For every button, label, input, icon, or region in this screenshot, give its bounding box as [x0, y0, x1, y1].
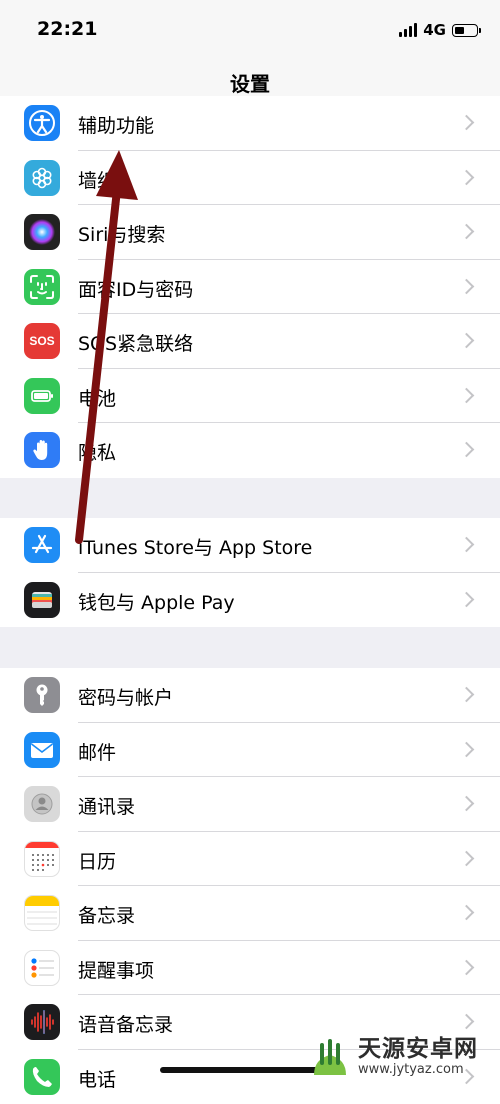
- android-logo-icon: [308, 1035, 352, 1079]
- row-label: 语音备忘录: [78, 1010, 173, 1037]
- battery-icon: [24, 378, 60, 414]
- row-label: SOS紧急联络: [78, 329, 193, 356]
- status-bar: 22:21 4G: [0, 0, 500, 60]
- row-label: 邮件: [78, 738, 116, 765]
- key-icon: [24, 677, 60, 713]
- row-label: 电池: [78, 384, 116, 411]
- settings-row-contacts[interactable]: 通讯录: [0, 777, 500, 832]
- row-label: 备忘录: [78, 901, 135, 928]
- row-label: 电话: [78, 1065, 116, 1092]
- page-title: 设置: [0, 68, 500, 97]
- chevron-right-icon: [459, 115, 475, 131]
- settings-row-reminders[interactable]: 提醒事项: [0, 941, 500, 996]
- settings-group-general: 辅助功能 墙纸 Siri与搜索 面容ID与密码 SOS SOS紧急联络: [0, 96, 500, 478]
- row-label: Siri与搜索: [78, 220, 165, 247]
- settings-row-wallpaper[interactable]: 墙纸: [0, 151, 500, 206]
- row-label: 面容ID与密码: [78, 275, 193, 302]
- accessibility-icon: [24, 105, 60, 141]
- wallet-icon: [24, 582, 60, 618]
- mail-icon: [24, 732, 60, 768]
- notes-icon: [24, 895, 60, 931]
- wallpaper-icon: [24, 160, 60, 196]
- status-indicators: 4G: [399, 20, 478, 40]
- row-label: iTunes Store与 App Store: [78, 533, 312, 560]
- chevron-right-icon: [459, 687, 475, 703]
- row-label: 隐私: [78, 438, 116, 465]
- chevron-right-icon: [459, 387, 475, 403]
- app-store-icon: [24, 527, 60, 563]
- contacts-icon: [24, 786, 60, 822]
- siri-icon: [24, 214, 60, 250]
- settings-row-mail[interactable]: 邮件: [0, 723, 500, 778]
- row-label: 钱包与 Apple Pay: [78, 588, 235, 615]
- settings-row-privacy[interactable]: 隐私: [0, 423, 500, 478]
- row-label: 墙纸: [78, 166, 116, 193]
- watermark-url: www.jytyaz.com: [358, 1062, 478, 1077]
- chevron-right-icon: [459, 1014, 475, 1030]
- battery-status-icon: [452, 24, 478, 37]
- chevron-right-icon: [459, 537, 475, 553]
- settings-row-face-id[interactable]: 面容ID与密码: [0, 260, 500, 315]
- settings-group-store: iTunes Store与 App Store 钱包与 Apple Pay: [0, 518, 500, 627]
- status-time: 22:21: [37, 18, 97, 40]
- row-label: 日历: [78, 847, 116, 874]
- settings-row-wallet[interactable]: 钱包与 Apple Pay: [0, 573, 500, 628]
- chevron-right-icon: [459, 278, 475, 294]
- watermark-title: 天源安卓网: [358, 1036, 478, 1062]
- calendar-icon: [24, 841, 60, 877]
- row-label: 密码与帐户: [78, 683, 173, 710]
- chevron-right-icon: [459, 741, 475, 757]
- chevron-right-icon: [459, 333, 475, 349]
- chevron-right-icon: [459, 169, 475, 185]
- chevron-right-icon: [459, 591, 475, 607]
- row-label: 提醒事项: [78, 956, 154, 983]
- chevron-right-icon: [459, 796, 475, 812]
- settings-row-passwords[interactable]: 密码与帐户: [0, 668, 500, 723]
- phone-icon: [24, 1059, 60, 1095]
- privacy-hand-icon: [24, 432, 60, 468]
- settings-row-calendar[interactable]: 日历: [0, 832, 500, 887]
- voice-memos-icon: [24, 1004, 60, 1040]
- chevron-right-icon: [459, 905, 475, 921]
- chevron-right-icon: [459, 959, 475, 975]
- chevron-right-icon: [459, 224, 475, 240]
- settings-row-battery[interactable]: 电池: [0, 369, 500, 424]
- chevron-right-icon: [459, 850, 475, 866]
- watermark: 天源安卓网 www.jytyaz.com: [308, 1030, 500, 1083]
- settings-row-notes[interactable]: 备忘录: [0, 886, 500, 941]
- settings-row-accessibility[interactable]: 辅助功能: [0, 96, 500, 151]
- chevron-right-icon: [459, 442, 475, 458]
- network-type: 4G: [423, 21, 446, 39]
- row-label: 辅助功能: [78, 111, 154, 138]
- reminders-icon: [24, 950, 60, 986]
- settings-row-sos[interactable]: SOS SOS紧急联络: [0, 314, 500, 369]
- settings-row-siri[interactable]: Siri与搜索: [0, 205, 500, 260]
- cellular-signal-icon: [399, 23, 417, 37]
- settings-row-app-store[interactable]: iTunes Store与 App Store: [0, 518, 500, 573]
- row-label: 通讯录: [78, 792, 135, 819]
- sos-icon: SOS: [24, 323, 60, 359]
- sos-icon-text: SOS: [29, 334, 54, 348]
- face-id-icon: [24, 269, 60, 305]
